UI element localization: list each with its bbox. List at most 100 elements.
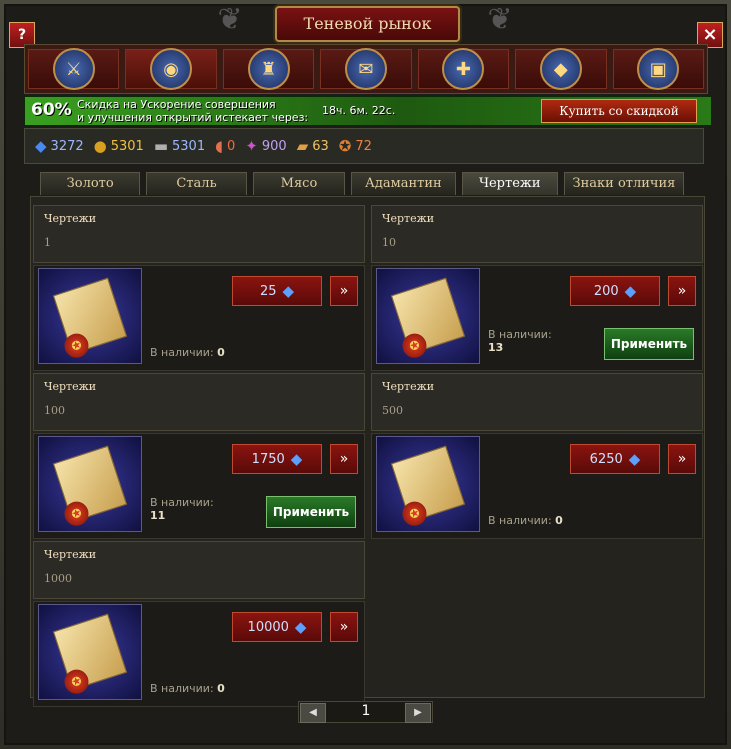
crystal-icon: ◆ [628, 450, 641, 468]
offer-name: Чертежи [44, 548, 97, 561]
buy-price-button[interactable]: 6250 ◆ [570, 444, 660, 474]
availability: В наличии: 0 [150, 682, 225, 695]
availability-count: 0 [555, 514, 563, 527]
blueprint-scroll-icon: ✪ [38, 268, 142, 364]
offer-card: Чертежи 1000 ✪ 10000 ◆ » В наличии: 0 [33, 541, 365, 707]
resource-value: 900 [261, 138, 287, 154]
resource-steel: ▬ 5301 [154, 137, 205, 155]
offer-body: ✪ 10000 ◆ » В наличии: 0 [33, 601, 365, 707]
discount-banner: 60% Скидка на Ускорение совершения и улу… [24, 96, 712, 126]
availability-count: 11 [150, 509, 166, 522]
offer-quantity: 100 [44, 404, 65, 417]
pagination: ◀ 1 ▶ [298, 701, 433, 723]
category-resources[interactable]: ◉ [125, 48, 217, 90]
apply-button[interactable]: Применить [604, 328, 694, 360]
category-bar: ⚔ ◉ ♜ ✉ ✚ ◆ ▣ [24, 44, 708, 94]
category-weapons[interactable]: ⚔ [28, 48, 120, 90]
offer-name: Чертежи [382, 380, 435, 393]
resource-insignia: ✪ 72 [339, 137, 372, 155]
page-number: 1 [361, 703, 371, 719]
discount-line-2: и улучшения открытий истекает через: [77, 111, 309, 124]
category-scrolls[interactable]: ✉ [320, 48, 412, 90]
tab-adamantine[interactable]: Адамантин [351, 172, 456, 195]
tab-insignia[interactable]: Знаки отличия [563, 172, 684, 195]
offer-card: Чертежи 500 ✪ 6250 ◆ » В наличии: 0 [371, 373, 703, 539]
resource-value: 3272 [50, 138, 84, 154]
buy-more-button[interactable]: » [330, 444, 358, 474]
offer-body: ✪ 200 ◆ » В наличии: 13 Применить [371, 265, 703, 371]
prev-page-button[interactable]: ◀ [300, 703, 326, 723]
buy-price-button[interactable]: 200 ◆ [570, 276, 660, 306]
offer-quantity: 10 [382, 236, 396, 249]
blueprint-scroll-icon: ✪ [376, 436, 480, 532]
meat-icon: ◖ [215, 137, 224, 155]
tab-meat[interactable]: Мясо [252, 172, 346, 195]
tab-blueprints[interactable]: Чертежи [461, 172, 558, 195]
crystal-icon: ◆ [35, 137, 47, 155]
tab-gold[interactable]: Золото [40, 172, 141, 195]
category-healing[interactable]: ✚ [417, 48, 510, 90]
price-value: 10000 [247, 619, 289, 635]
offer-header: Чертежи 500 [371, 373, 703, 431]
apply-button[interactable]: Применить [266, 496, 356, 528]
resource-value: 5301 [110, 138, 144, 154]
crystal-icon: ◆ [282, 282, 295, 300]
offer-card: Чертежи 10 ✪ 200 ◆ » В наличии: 13 Примени… [371, 205, 703, 371]
buy-more-button[interactable]: » [330, 276, 358, 306]
buy-more-button[interactable]: » [330, 612, 358, 642]
price-value: 1750 [251, 451, 285, 467]
buy-more-button[interactable]: » [668, 444, 696, 474]
crossed-swords-shield-icon: ⚔ [52, 48, 95, 90]
offers-list: Чертежи 1 ✪ 25 ◆ » В наличии: 0 Чертежи 1… [30, 196, 705, 707]
resource-tabs: Золото Сталь Мясо Адамантин Чертежи Знак… [40, 172, 690, 195]
dragon-left-icon: ❦ [217, 2, 243, 37]
offer-name: Чертежи [44, 212, 97, 225]
blueprint-scroll-icon: ✪ [38, 436, 142, 532]
availability-label: В наличии: [150, 346, 214, 359]
discount-line-1: Скидка на Ускорение совершения [77, 98, 276, 111]
price-value: 6250 [589, 451, 623, 467]
steel-ingot-icon: ▬ [153, 137, 169, 155]
buy-price-button[interactable]: 1750 ◆ [232, 444, 322, 474]
offer-card: Чертежи 100 ✪ 1750 ◆ » В наличии: 11 Приме… [33, 373, 365, 539]
category-chests[interactable]: ▣ [612, 48, 704, 90]
offer-body: ✪ 6250 ◆ » В наличии: 0 [371, 433, 703, 539]
resource-value: 72 [355, 138, 372, 154]
offer-header: Чертежи 1 [33, 205, 365, 263]
crystal-icon: ◆ [539, 48, 582, 90]
buy-price-button[interactable]: 10000 ◆ [232, 612, 322, 642]
buy-discount-button[interactable]: Купить со скидкой [541, 99, 697, 123]
availability-count: 13 [488, 341, 504, 354]
discount-percent: 60% [31, 100, 72, 120]
resource-adamantine: ✦ 900 [245, 137, 286, 155]
offer-quantity: 1 [44, 236, 51, 249]
availability-count: 0 [217, 682, 225, 695]
buy-price-button[interactable]: 25 ◆ [232, 276, 322, 306]
offer-name: Чертежи [44, 380, 97, 393]
resource-crystals: ◆ 3272 [35, 137, 84, 155]
resource-value: 0 [227, 138, 236, 154]
resources-icon: ◉ [150, 48, 193, 90]
tab-steel[interactable]: Сталь [146, 172, 247, 195]
discount-timer: 18ч. 6м. 22с. [322, 104, 396, 117]
insignia-icon: ✪ [338, 137, 352, 155]
resource-gold: ● 5301 [94, 137, 144, 155]
discount-text: Скидка на Ускорение совершения и улучшен… [77, 98, 308, 124]
crystal-icon: ◆ [624, 282, 637, 300]
blueprint-icon: ▰ [296, 137, 309, 155]
scroll-icon: ✉ [344, 48, 387, 90]
crystal-icon: ◆ [290, 450, 303, 468]
availability-count: 0 [217, 346, 225, 359]
availability: В наличии: 13 [488, 328, 552, 354]
category-crystals[interactable]: ◆ [515, 48, 607, 90]
resource-value: 5301 [172, 138, 206, 154]
availability-label: В наличии: [488, 514, 552, 527]
offer-body: ✪ 1750 ◆ » В наличии: 11 Применить [33, 433, 365, 539]
availability-label: В наличии: [150, 496, 214, 509]
availability-label: В наличии: [150, 682, 214, 695]
next-page-button[interactable]: ▶ [405, 703, 431, 723]
category-units[interactable]: ♜ [222, 48, 315, 90]
buy-more-button[interactable]: » [668, 276, 696, 306]
price-value: 200 [593, 283, 619, 299]
treasure-chest-icon: ▣ [637, 48, 680, 90]
